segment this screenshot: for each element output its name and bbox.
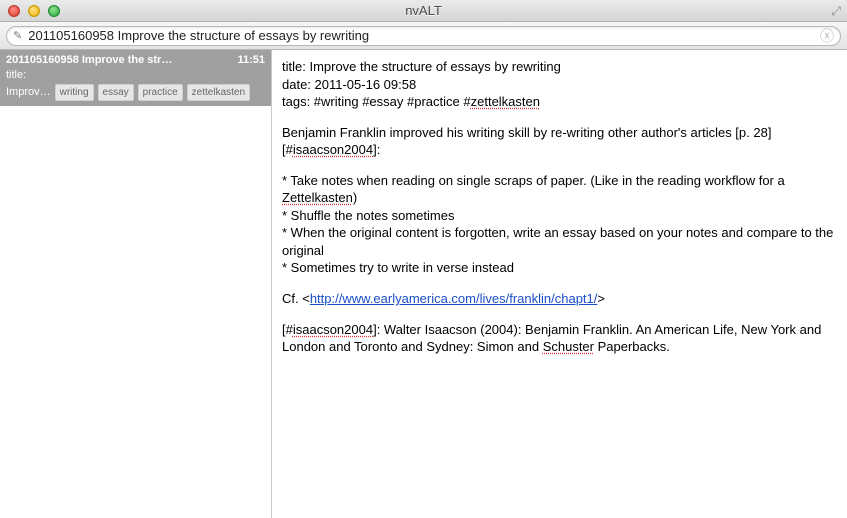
sidebar-empty-area[interactable] [0, 106, 271, 518]
search-field-wrap[interactable]: ✎ ⓧ [6, 26, 841, 46]
tag-pill[interactable]: writing [55, 84, 94, 102]
external-link[interactable]: http://www.earlyamerica.com/lives/frankl… [310, 291, 598, 306]
tag-pill[interactable]: practice [138, 84, 183, 102]
note-bullet: * Shuffle the notes sometimes [282, 207, 837, 225]
note-bullet: * When the original content is forgotten… [282, 224, 837, 259]
search-input[interactable] [28, 28, 814, 43]
clear-icon[interactable]: ⓧ [820, 26, 834, 46]
window-titlebar: nvALT ⤢ [0, 0, 847, 22]
window-title: nvALT [0, 3, 847, 18]
note-body-intro: Benjamin Franklin improved his writing s… [282, 124, 837, 159]
zoom-icon[interactable] [48, 5, 60, 17]
note-cf-line: Cf. <http://www.earlyamerica.com/lives/f… [282, 290, 837, 308]
note-list-item-selected[interactable]: 201105160958 Improve the str… 11:51 titl… [0, 50, 271, 106]
note-line-title: title: Improve the structure of essays b… [282, 58, 837, 76]
close-icon[interactable] [8, 5, 20, 17]
note-editor[interactable]: title: Improve the structure of essays b… [272, 50, 847, 518]
fullscreen-icon[interactable]: ⤢ [831, 4, 841, 19]
tag-pill[interactable]: zettelkasten [187, 84, 250, 102]
note-item-title: 201105160958 Improve the str… [6, 53, 172, 68]
minimize-icon[interactable] [28, 5, 40, 17]
note-item-preview: Improv… [6, 85, 51, 100]
main-split: 201105160958 Improve the str… 11:51 titl… [0, 50, 847, 518]
note-item-time: 11:51 [233, 53, 265, 68]
note-line-tags: tags: #writing #essay #practice #zettelk… [282, 93, 837, 111]
search-toolbar: ✎ ⓧ [0, 22, 847, 50]
note-line-date: date: 2011-05-16 09:58 [282, 76, 837, 94]
note-bullet: * Sometimes try to write in verse instea… [282, 259, 837, 277]
note-item-subtitle: title: [6, 68, 265, 83]
tag-pill[interactable]: essay [98, 84, 134, 102]
traffic-lights [0, 5, 60, 17]
pencil-icon: ✎ [13, 29, 22, 42]
notes-sidebar: 201105160958 Improve the str… 11:51 titl… [0, 50, 272, 518]
note-reference: [#isaacson2004]: Walter Isaacson (2004):… [282, 321, 837, 356]
note-bullet: * Take notes when reading on single scra… [282, 172, 837, 207]
